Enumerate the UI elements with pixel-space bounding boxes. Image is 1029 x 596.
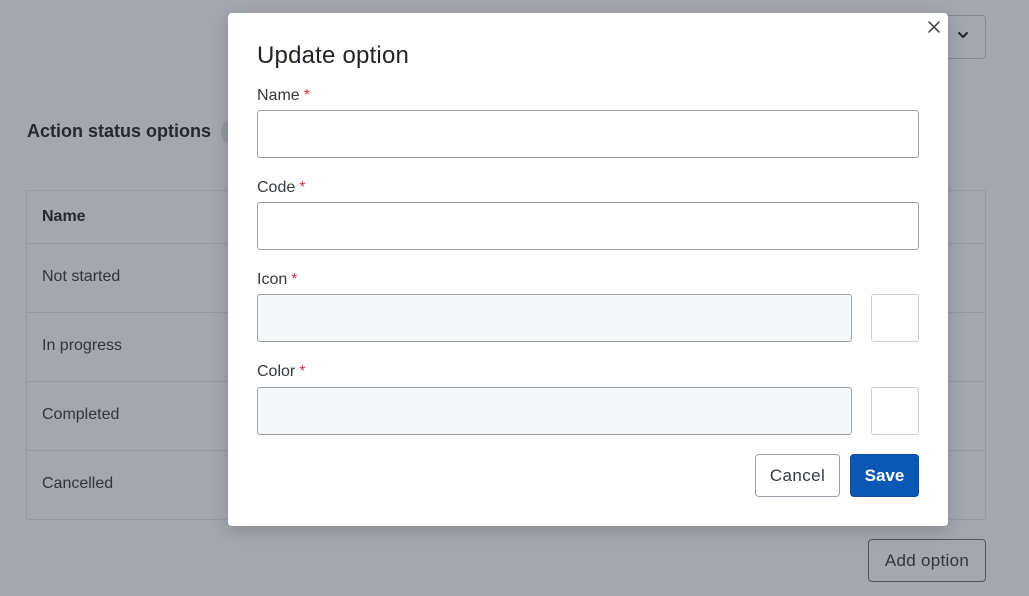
save-button[interactable]: Save xyxy=(850,454,919,497)
icon-input[interactable] xyxy=(257,294,852,342)
required-marker: * xyxy=(291,271,298,288)
required-marker: * xyxy=(303,87,310,104)
color-label-text: Color xyxy=(257,363,296,380)
code-label: Code * xyxy=(257,179,305,197)
cancel-button[interactable]: Cancel xyxy=(755,454,840,497)
required-marker: * xyxy=(299,363,306,380)
code-label-text: Code xyxy=(257,179,296,196)
icon-picker-button[interactable] xyxy=(871,294,919,342)
close-button[interactable] xyxy=(926,19,942,35)
color-input[interactable] xyxy=(257,387,852,435)
icon-label: Icon * xyxy=(257,271,297,289)
close-icon xyxy=(928,21,940,33)
color-picker-button[interactable] xyxy=(871,387,919,435)
modal-title: Update option xyxy=(257,42,410,69)
code-input[interactable] xyxy=(257,202,919,250)
name-input[interactable] xyxy=(257,110,919,158)
update-option-modal: Update option Name * Code * Icon * Color * C… xyxy=(228,13,948,526)
icon-label-text: Icon xyxy=(257,271,288,288)
required-marker: * xyxy=(299,179,306,196)
name-label-text: Name xyxy=(257,87,300,104)
color-label: Color * xyxy=(257,363,305,381)
name-label: Name * xyxy=(257,87,310,105)
